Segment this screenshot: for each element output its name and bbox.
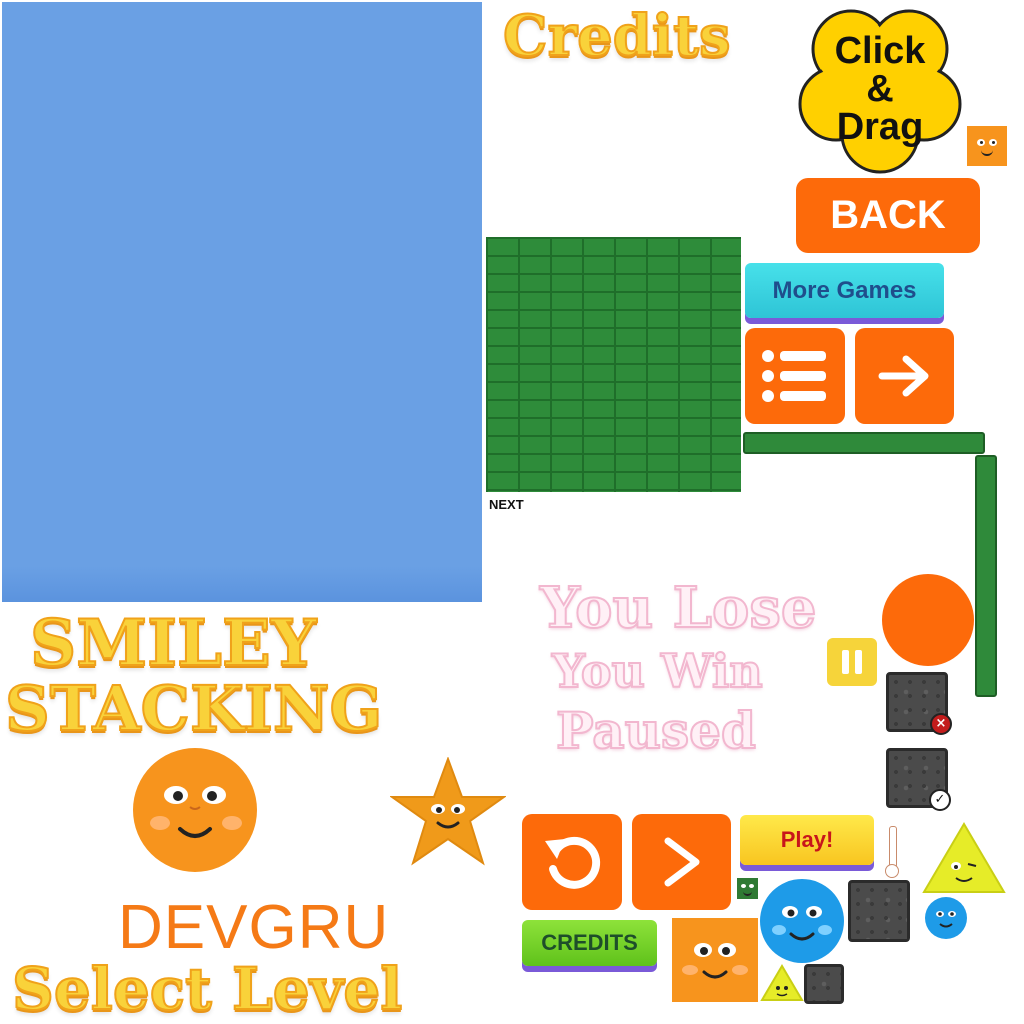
click-text: Click — [834, 30, 926, 72]
arrow-right-icon — [878, 355, 928, 397]
small-orange-square-smiley — [967, 126, 1007, 166]
pause-icon — [842, 650, 862, 674]
credits-button-label: CREDITS — [541, 930, 638, 955]
drag-text: Drag — [836, 106, 924, 148]
check-icon: ✓ — [929, 789, 951, 811]
you-win-text: You Win — [551, 644, 764, 698]
menu-button[interactable] — [745, 328, 845, 424]
small-yellow-triangle-smiley — [760, 964, 804, 1002]
yellow-triangle-smiley — [922, 822, 1006, 894]
back-button[interactable]: BACK — [796, 178, 980, 253]
back-label: BACK — [830, 193, 946, 237]
horizontal-platform — [743, 432, 985, 454]
blue-circle-smiley — [759, 878, 845, 964]
restart-icon — [545, 836, 601, 889]
play-icon — [664, 837, 699, 887]
smiley-title: SMILEY — [29, 606, 317, 681]
play-text-label: Play! — [780, 827, 834, 852]
small-blue-circle-smiley — [924, 896, 968, 940]
devgru-text: DEVGRU — [118, 893, 390, 962]
brick-tile — [486, 237, 741, 492]
more-games-label: More Games — [772, 276, 917, 304]
vertical-platform — [975, 455, 997, 697]
you-lose-text: You Lose — [539, 575, 818, 641]
more-games-button[interactable]: More Games — [745, 263, 944, 318]
pause-button[interactable] — [827, 638, 877, 686]
stone-block-small — [804, 964, 844, 1004]
ampersand-text: & — [866, 68, 894, 110]
click-drag-badge: Click & Drag — [796, 4, 964, 174]
stone-block-medium — [848, 880, 910, 942]
tiny-green-square-smiley — [737, 878, 758, 899]
orange-circle — [882, 574, 974, 666]
restart-button[interactable] — [522, 814, 622, 910]
big-orange-smiley — [132, 747, 258, 873]
sky-background — [2, 2, 482, 602]
credits-button[interactable]: CREDITS — [522, 920, 657, 966]
next-label: NEXT — [489, 497, 524, 512]
pin-marker — [884, 826, 900, 878]
paused-text: Paused — [555, 701, 757, 760]
select-level-title: Select Level — [11, 955, 403, 1023]
next-arrow-button[interactable] — [855, 328, 954, 424]
stacking-title: STACKING — [4, 672, 383, 745]
play-text-button[interactable]: Play! — [740, 815, 874, 865]
play-button[interactable] — [632, 814, 731, 910]
list-icon — [762, 350, 826, 402]
close-icon: × — [930, 713, 952, 735]
star-smiley — [388, 756, 508, 867]
orange-square-smiley — [672, 918, 758, 1002]
credits-title: Credits — [502, 3, 732, 69]
